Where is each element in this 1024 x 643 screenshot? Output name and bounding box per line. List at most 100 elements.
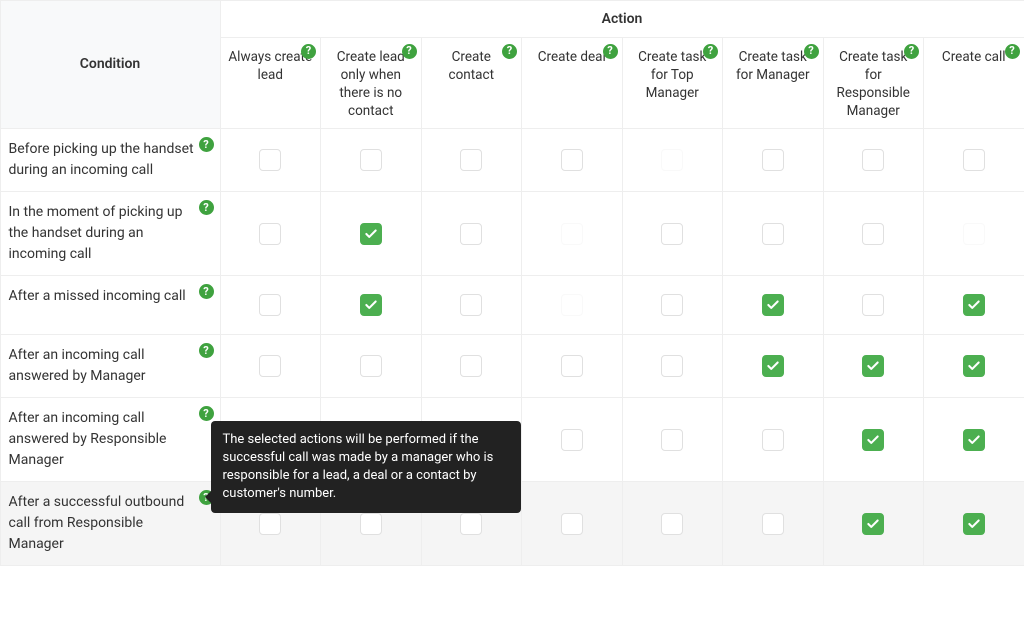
checkbox-after-incoming-manager-create-deal[interactable] xyxy=(561,355,583,377)
checkbox-after-missed-create-deal[interactable] xyxy=(561,294,583,316)
column-header-label: Create task for Top Manager xyxy=(638,49,706,101)
help-icon-create-task-responsible-manager[interactable]: ? xyxy=(904,44,919,59)
cell-after-missed-create-contact xyxy=(421,275,523,335)
cell-after-missed-create-call xyxy=(923,275,1024,335)
checkbox-after-missed-create-call[interactable] xyxy=(963,294,985,316)
checkbox-after-missed-create-contact[interactable] xyxy=(460,294,482,316)
header-condition: Condition xyxy=(0,0,221,129)
checkbox-moment-picking-up-create-lead-no-contact[interactable] xyxy=(360,223,382,245)
checkbox-moment-picking-up-create-deal[interactable] xyxy=(561,223,583,245)
checkbox-moment-picking-up-create-task-responsible-manager[interactable] xyxy=(862,223,884,245)
cell-moment-picking-up-always-create-lead xyxy=(220,191,322,276)
column-header-create-task-top-manager: Create task for Top Manager? xyxy=(622,37,724,130)
checkbox-after-outbound-responsible-create-contact[interactable] xyxy=(460,513,482,535)
cell-before-picking-up-create-task-top-manager xyxy=(622,128,724,192)
column-header-always-create-lead: Always create lead? xyxy=(220,37,322,130)
cell-after-incoming-manager-create-task-manager xyxy=(722,334,824,398)
cell-before-picking-up-always-create-lead xyxy=(220,128,322,192)
checkbox-moment-picking-up-create-contact[interactable] xyxy=(460,223,482,245)
checkbox-after-incoming-responsible-create-task-manager[interactable] xyxy=(762,429,784,451)
cell-after-missed-create-task-top-manager xyxy=(622,275,724,335)
cell-after-outbound-responsible-create-deal xyxy=(521,481,623,566)
cell-after-outbound-responsible-create-task-responsible-manager xyxy=(823,481,925,566)
row-header-before-picking-up: Before picking up the handset during an … xyxy=(0,128,221,192)
checkbox-before-picking-up-create-task-manager[interactable] xyxy=(762,149,784,171)
checkbox-moment-picking-up-create-call[interactable] xyxy=(963,223,985,245)
cell-after-incoming-responsible-create-task-top-manager xyxy=(622,397,724,482)
cell-moment-picking-up-create-lead-no-contact xyxy=(320,191,422,276)
cell-after-missed-create-deal xyxy=(521,275,623,335)
checkbox-after-incoming-manager-create-contact[interactable] xyxy=(460,355,482,377)
help-icon-after-incoming-manager[interactable]: ? xyxy=(199,343,214,358)
header-action-label: Action xyxy=(602,11,643,27)
cell-before-picking-up-create-task-manager xyxy=(722,128,824,192)
help-icon-moment-picking-up[interactable]: ? xyxy=(199,200,214,215)
help-icon-create-task-top-manager[interactable]: ? xyxy=(703,44,718,59)
checkbox-after-incoming-responsible-create-call[interactable] xyxy=(963,429,985,451)
row-header-after-missed: After a missed incoming call? xyxy=(0,275,221,335)
checkbox-moment-picking-up-create-task-manager[interactable] xyxy=(762,223,784,245)
cell-after-missed-create-task-responsible-manager xyxy=(823,275,925,335)
help-icon-before-picking-up[interactable]: ? xyxy=(199,137,214,152)
checkbox-after-missed-always-create-lead[interactable] xyxy=(259,294,281,316)
checkbox-moment-picking-up-always-create-lead[interactable] xyxy=(259,223,281,245)
checkbox-after-incoming-manager-create-task-responsible-manager[interactable] xyxy=(862,355,884,377)
column-header-create-contact: Create contact? xyxy=(421,37,523,130)
row-header-after-outbound-responsible: After a successful outbound call from Re… xyxy=(0,481,221,566)
help-icon-create-contact[interactable]: ? xyxy=(502,44,517,59)
checkbox-after-outbound-responsible-create-task-responsible-manager[interactable] xyxy=(862,513,884,535)
row-header-moment-picking-up: In the moment of picking up the handset … xyxy=(0,191,221,276)
checkbox-before-picking-up-create-deal[interactable] xyxy=(561,149,583,171)
column-header-label: Create task for Responsible Manager xyxy=(837,49,910,120)
help-icon-create-task-manager[interactable]: ? xyxy=(804,44,819,59)
cell-after-incoming-responsible-create-deal xyxy=(521,397,623,482)
checkbox-before-picking-up-always-create-lead[interactable] xyxy=(259,149,281,171)
checkbox-before-picking-up-create-task-top-manager[interactable] xyxy=(661,149,683,171)
help-icon-always-create-lead[interactable]: ? xyxy=(301,44,316,59)
checkbox-after-missed-create-task-manager[interactable] xyxy=(762,294,784,316)
cell-after-incoming-manager-always-create-lead xyxy=(220,334,322,398)
checkbox-after-missed-create-lead-no-contact[interactable] xyxy=(360,294,382,316)
checkbox-after-outbound-responsible-create-task-top-manager[interactable] xyxy=(661,513,683,535)
checkbox-after-outbound-responsible-create-call[interactable] xyxy=(963,513,985,535)
checkbox-moment-picking-up-create-task-top-manager[interactable] xyxy=(661,223,683,245)
help-icon-after-incoming-responsible[interactable]: ? xyxy=(199,406,214,421)
cell-after-missed-create-lead-no-contact xyxy=(320,275,422,335)
checkbox-after-incoming-manager-create-call[interactable] xyxy=(963,355,985,377)
checkbox-after-missed-create-task-responsible-manager[interactable] xyxy=(862,294,884,316)
checkbox-before-picking-up-create-task-responsible-manager[interactable] xyxy=(862,149,884,171)
row-header-label: In the moment of picking up the handset … xyxy=(9,202,198,265)
cell-after-missed-create-task-manager xyxy=(722,275,824,335)
help-icon-after-missed[interactable]: ? xyxy=(199,284,214,299)
help-icon-create-deal[interactable]: ? xyxy=(603,44,618,59)
column-header-create-task-manager: Create task for Manager? xyxy=(722,37,824,130)
checkbox-after-incoming-manager-create-task-manager[interactable] xyxy=(762,355,784,377)
checkbox-before-picking-up-create-contact[interactable] xyxy=(460,149,482,171)
checkbox-after-outbound-responsible-always-create-lead[interactable] xyxy=(259,513,281,535)
cell-after-incoming-responsible-create-task-manager xyxy=(722,397,824,482)
checkbox-after-outbound-responsible-create-task-manager[interactable] xyxy=(762,513,784,535)
checkbox-before-picking-up-create-call[interactable] xyxy=(963,149,985,171)
checkbox-after-incoming-responsible-create-task-top-manager[interactable] xyxy=(661,429,683,451)
column-header-label: Create call xyxy=(942,49,1006,65)
cell-after-incoming-manager-create-task-responsible-manager xyxy=(823,334,925,398)
checkbox-after-incoming-manager-create-lead-no-contact[interactable] xyxy=(360,355,382,377)
checkbox-after-incoming-manager-always-create-lead[interactable] xyxy=(259,355,281,377)
checkbox-after-incoming-responsible-create-task-responsible-manager[interactable] xyxy=(862,429,884,451)
checkbox-after-incoming-manager-create-task-top-manager[interactable] xyxy=(661,355,683,377)
checkbox-after-outbound-responsible-create-deal[interactable] xyxy=(561,513,583,535)
checkbox-after-missed-create-task-top-manager[interactable] xyxy=(661,294,683,316)
cell-before-picking-up-create-deal xyxy=(521,128,623,192)
cell-after-incoming-manager-create-call xyxy=(923,334,1024,398)
help-icon-create-call[interactable]: ? xyxy=(1005,44,1020,59)
cell-before-picking-up-create-lead-no-contact xyxy=(320,128,422,192)
checkbox-before-picking-up-create-lead-no-contact[interactable] xyxy=(360,149,382,171)
checkbox-after-incoming-responsible-create-deal[interactable] xyxy=(561,429,583,451)
column-header-create-deal: Create deal? xyxy=(521,37,623,130)
cell-after-outbound-responsible-create-task-top-manager xyxy=(622,481,724,566)
cell-moment-picking-up-create-contact xyxy=(421,191,523,276)
column-header-label: Create contact xyxy=(449,49,494,83)
help-icon-create-lead-no-contact[interactable]: ? xyxy=(402,44,417,59)
row-header-label: Before picking up the handset during an … xyxy=(9,139,198,181)
checkbox-after-outbound-responsible-create-lead-no-contact[interactable] xyxy=(360,513,382,535)
